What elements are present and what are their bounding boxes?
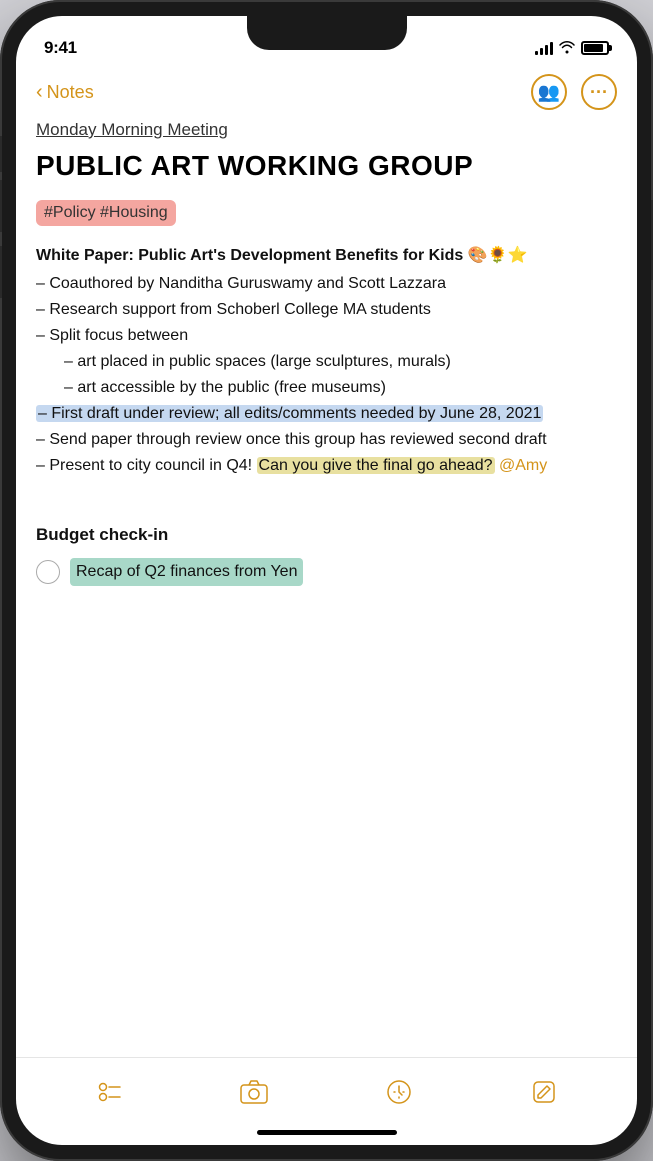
indent-line-1: – art placed in public spaces (large scu… [64,350,617,374]
status-icons [535,40,609,57]
tags-text: #Policy #Housing [44,204,168,221]
note-body: White Paper: Public Art's Development Be… [36,244,617,586]
bullet-line-5: – Send paper through review once this gr… [36,428,617,452]
notch [247,16,407,50]
screen-content: 9:41 [16,16,637,1145]
more-button[interactable]: ··· [581,74,617,110]
volume-up-button [0,180,2,232]
checklist-text-1: Recap of Q2 finances from Yen [70,558,303,586]
budget-heading: Budget check-in [36,522,617,548]
mention-amy: @Amy [499,457,547,474]
white-paper-heading: White Paper: Public Art's Development Be… [36,244,617,268]
camera-tool-button[interactable] [232,1070,276,1114]
phone-screen: 9:41 [16,16,637,1145]
battery-icon [581,41,609,55]
more-icon: ··· [590,82,608,103]
compose-tool-button[interactable] [522,1070,566,1114]
bullet-line-3: – Split focus between [36,324,617,348]
home-indicator [257,1130,397,1135]
nav-actions: 👥 ··· [531,74,617,110]
bullet-line-6: – Present to city council in Q4! Can you… [36,454,617,478]
note-subtitle: Monday Morning Meeting [36,120,617,140]
wifi-icon [559,40,575,57]
checkbox-1[interactable] [36,560,60,584]
markup-tool-button[interactable] [377,1070,421,1114]
status-time: 9:41 [44,38,77,58]
signal-icon [535,41,553,55]
highlight-blue-text: – First draft under review; all edits/co… [36,405,543,422]
volume-down-button [0,246,2,298]
note-content: Monday Morning Meeting PUBLIC ART WORKIN… [16,120,637,1057]
nav-bar: ‹ Notes 👥 ··· [16,66,637,120]
collab-icon: 👥 [538,82,560,103]
back-label: Notes [47,82,94,103]
highlight-yellow-text: Can you give the final go ahead? [257,457,495,474]
bullet-line-4: – First draft under review; all edits/co… [36,402,617,426]
tags-highlight: #Policy #Housing [36,200,176,226]
checklist-item-1: Recap of Q2 finances from Yen [36,558,617,586]
checklist-tool-button[interactable] [87,1070,131,1114]
collab-button[interactable]: 👥 [531,74,567,110]
indent-line-2: – art accessible by the public (free mus… [64,376,617,400]
bottom-toolbar [16,1057,637,1124]
back-arrow-icon: ‹ [36,81,43,104]
bullet-line-1: – Coauthored by Nanditha Guruswamy and S… [36,272,617,296]
note-title: PUBLIC ART WORKING GROUP [36,150,617,182]
silent-switch [0,136,2,172]
back-button[interactable]: ‹ Notes [36,81,94,104]
bullet-line-2: – Research support from Schoberl College… [36,298,617,322]
phone-frame: 9:41 [0,0,653,1161]
